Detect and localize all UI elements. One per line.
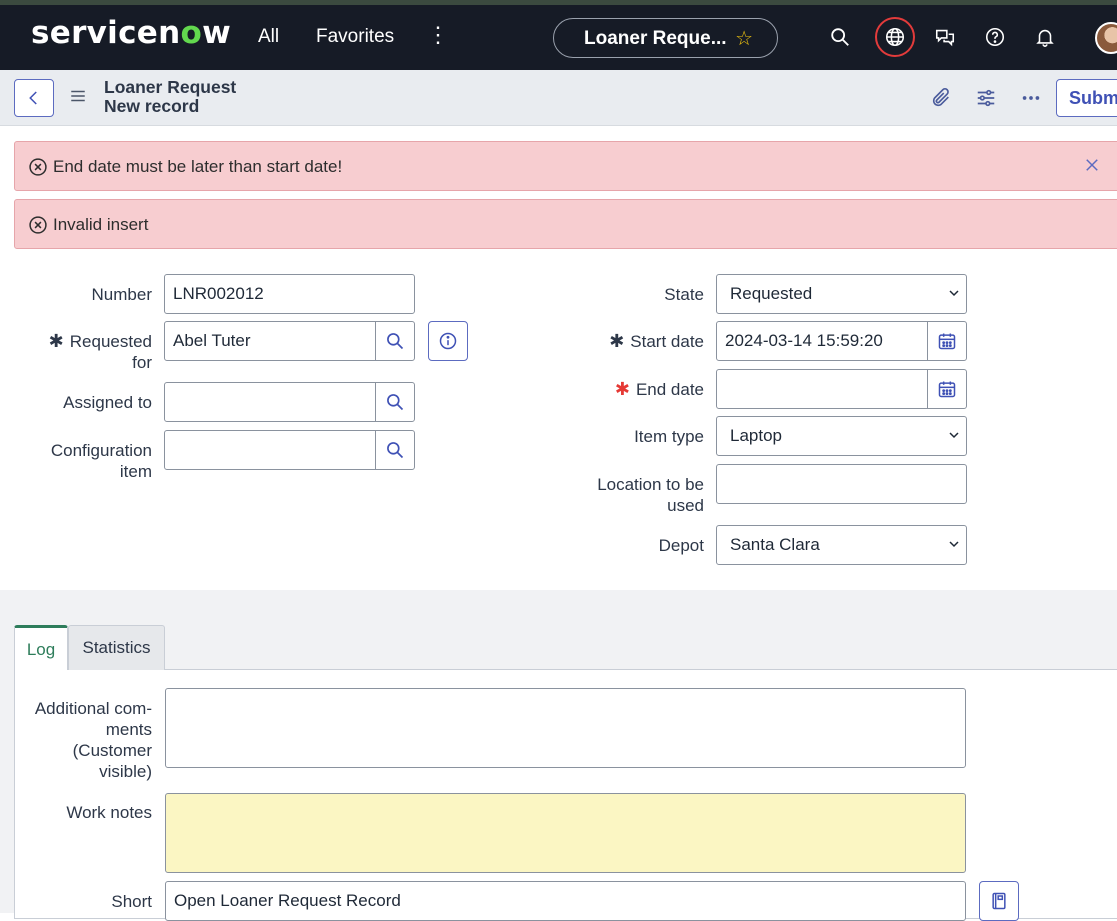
chevron-down-icon (949, 541, 959, 548)
settings-sliders-icon[interactable] (974, 86, 998, 110)
calendar-icon (938, 381, 956, 398)
start-date-calendar-button[interactable] (927, 321, 967, 361)
requested-for-lookup-button[interactable] (375, 321, 415, 361)
record-subtitle: New record (104, 96, 200, 116)
search-icon (387, 394, 404, 411)
top-navbar: servicenow All Favorites ⋮ Loaner Reque.… (0, 5, 1117, 70)
error-circle-icon (29, 158, 47, 176)
number-field[interactable]: LNR002012 (164, 274, 415, 314)
favorite-star-icon[interactable]: ☆ (735, 26, 753, 51)
assigned-to-lookup-button[interactable] (375, 382, 415, 422)
search-icon (387, 442, 404, 459)
configuration-item-label: Configuration item (50, 441, 152, 481)
tab-statistics[interactable]: Statistics (68, 625, 165, 670)
suggestion-button[interactable] (979, 881, 1019, 921)
state-label: State (664, 285, 704, 304)
short-description-field[interactable]: Open Loaner Request Record (165, 881, 966, 921)
search-icon[interactable] (825, 22, 855, 52)
end-date-calendar-button[interactable] (927, 369, 967, 409)
start-date-field[interactable]: 2024-03-14 15:59:20 (716, 321, 928, 361)
info-button[interactable] (428, 321, 468, 361)
nav-favorites-link[interactable]: Favorites (316, 26, 394, 48)
back-button[interactable] (14, 79, 54, 117)
required-asterisk-icon: ✱ (609, 331, 625, 351)
more-menu-icon[interactable]: ⋮ (427, 23, 449, 47)
additional-comments-label: Additional com- ments (Customer visible) (34, 699, 152, 781)
servicenow-logo[interactable]: servicenow (31, 15, 231, 51)
assigned-to-field[interactable] (164, 382, 376, 422)
additional-comments-textarea[interactable] (165, 688, 966, 768)
location-field[interactable] (716, 464, 967, 504)
work-notes-textarea[interactable] (165, 793, 966, 873)
search-icon (387, 333, 404, 350)
alert-message: End date must be later than start date! (53, 157, 343, 176)
end-date-field[interactable] (716, 369, 928, 409)
chat-icon[interactable] (930, 22, 960, 52)
item-type-label: Item type (634, 427, 704, 446)
configuration-item-lookup-button[interactable] (375, 430, 415, 470)
start-date-label: ✱ Start date (609, 331, 704, 351)
record-type-title: Loaner Request (104, 77, 237, 97)
context-pill-title: Loaner Reque... (584, 28, 727, 49)
record-title: Loaner Request New record (104, 78, 236, 116)
submit-button[interactable]: Submi (1056, 79, 1117, 117)
number-label: Number (91, 285, 152, 304)
state-select[interactable]: Requested (716, 274, 967, 314)
alert-message: Invalid insert (53, 215, 149, 234)
calendar-icon (938, 333, 956, 350)
requested-for-field[interactable]: Abel Tuter (164, 321, 376, 361)
chevron-down-icon (949, 432, 959, 439)
chevron-left-icon (29, 91, 37, 105)
location-label: Location to be used (597, 475, 704, 515)
configuration-item-field[interactable] (164, 430, 376, 470)
end-date-label: ✱ End date (614, 379, 704, 399)
nav-all-link[interactable]: All (258, 26, 279, 48)
hamburger-menu-icon[interactable] (69, 87, 87, 105)
depot-select[interactable]: Santa Clara (716, 525, 967, 565)
globe-icon[interactable] (875, 17, 915, 57)
help-icon[interactable] (980, 22, 1010, 52)
item-type-select[interactable]: Laptop (716, 416, 967, 456)
required-asterisk-icon: ✱ (48, 331, 64, 351)
context-pill[interactable]: Loaner Reque... ☆ (553, 18, 778, 58)
work-notes-label: Work notes (66, 803, 152, 822)
alert-invalid-insert: Invalid insert (14, 199, 1117, 249)
short-description-label: Short (111, 892, 152, 911)
close-icon[interactable] (1083, 156, 1101, 174)
error-circle-icon (29, 216, 47, 234)
user-avatar[interactable] (1095, 22, 1117, 54)
info-icon (439, 332, 457, 350)
book-icon (992, 892, 1006, 910)
chevron-down-icon (949, 290, 959, 297)
bell-icon[interactable] (1030, 22, 1060, 52)
required-asterisk-icon: ✱ (614, 379, 630, 399)
assigned-to-label: Assigned to (63, 393, 152, 412)
record-header: Loaner Request New record Submi (0, 70, 1117, 126)
tab-log[interactable]: Log (14, 625, 68, 670)
alert-end-date-error: End date must be later than start date! (14, 141, 1117, 191)
depot-label: Depot (658, 536, 704, 555)
paperclip-icon[interactable] (929, 86, 953, 110)
more-options-icon[interactable] (1019, 86, 1043, 110)
requested-for-label: ✱ Requested for (48, 331, 152, 372)
